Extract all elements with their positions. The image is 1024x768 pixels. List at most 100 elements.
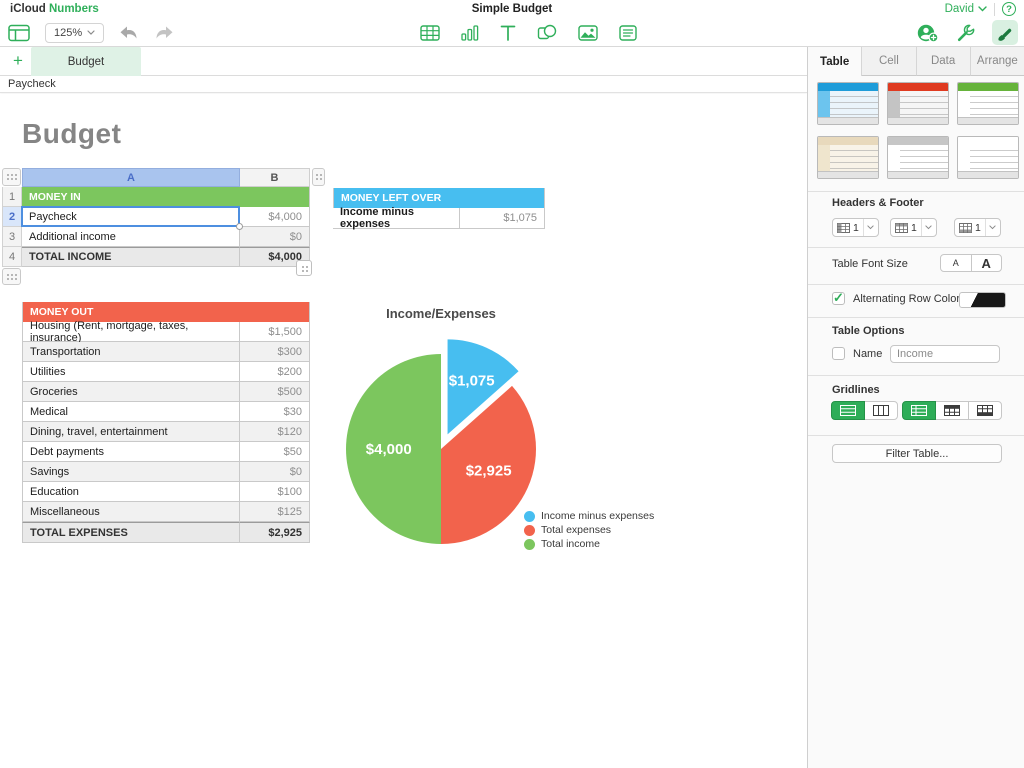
expense-label-cell[interactable]: Housing (Rent, mortgage, taxes, insuranc… [22,322,240,342]
expense-label-cell[interactable]: Education [22,482,240,502]
toolbar: 125% [0,18,1024,47]
income-value-cell[interactable]: $4,000 [240,207,310,227]
expense-label-cell[interactable]: Utilities [22,362,240,382]
insert-text-button[interactable] [500,25,516,41]
table-resize-handle[interactable] [296,260,312,276]
table-style-swatch[interactable] [957,136,1019,179]
chart-title[interactable]: Income/Expenses [331,306,551,321]
expense-value-cell[interactable]: $30 [240,402,310,422]
alternating-row-color-checkbox[interactable] [832,292,845,305]
zoom-control[interactable]: 125% [45,23,104,43]
row-number-4[interactable]: 4 [2,247,22,267]
legend-item[interactable]: Total income [524,538,654,550]
expense-label-cell[interactable]: Debt payments [22,442,240,462]
leftover-value-cell[interactable]: $1,075 [460,208,545,229]
expense-label-cell[interactable]: Savings [22,462,240,482]
money-left-over-header-cell[interactable]: MONEY LEFT OVER [333,188,545,208]
header-columns-stepper[interactable]: 1 [832,218,879,237]
expense-value-cell[interactable]: $50 [240,442,310,462]
footer-gridlines-button[interactable] [968,401,1002,420]
horizontal-gridlines-button[interactable] [831,401,865,420]
expense-label-cell[interactable]: Miscellaneous [22,502,240,522]
table-name-input[interactable] [890,345,1000,363]
expense-label-cell[interactable]: Dining, travel, entertainment [22,422,240,442]
redo-button[interactable] [154,25,174,41]
table-move-handle[interactable] [2,168,21,186]
inspector-tab[interactable]: Arrange [971,47,1024,76]
footer-rows-stepper[interactable]: 1 [954,218,1001,237]
undo-button[interactable] [119,25,139,41]
inspector-tab[interactable]: Table [808,47,862,76]
add-sheet-button[interactable]: + [9,52,27,70]
insert-chart-button[interactable] [461,25,479,41]
table-column-handle[interactable] [312,168,325,186]
sheet-title[interactable]: Budget [22,118,121,150]
expense-value-cell[interactable]: $100 [240,482,310,502]
expense-value-cell[interactable]: $200 [240,362,310,382]
table-style-swatch[interactable] [957,82,1019,125]
sheet-tab-budget[interactable]: Budget [31,47,141,76]
table-name-checkbox[interactable] [832,347,845,360]
collaborate-button[interactable] [916,23,940,43]
table-icon [420,25,440,41]
money-out-table[interactable]: MONEY OUT Housing (Rent, mortgage, taxes… [22,302,310,543]
leftover-label-cell[interactable]: Income minus expenses [333,208,460,229]
expense-value-cell[interactable]: $125 [240,502,310,522]
expense-value-cell[interactable]: $500 [240,382,310,402]
row-number-2[interactable]: 2 [2,207,22,227]
column-header-b[interactable]: B [240,168,310,187]
view-panel-button[interactable] [8,24,30,42]
table-row-handle[interactable] [2,268,21,285]
vertical-gridlines-button[interactable] [864,401,898,420]
insert-table-button[interactable] [420,25,440,41]
row-number-3[interactable]: 3 [2,227,22,247]
sheet-canvas[interactable]: Budget A B 1 2 3 4 MONEY IN [0,94,807,768]
format-button[interactable] [992,20,1018,45]
section-divider [808,284,1024,285]
insert-comment-button[interactable] [619,25,637,41]
total-income-label-cell[interactable]: TOTAL INCOME [22,247,240,267]
help-button[interactable]: ? [1002,2,1016,16]
header-column-gridlines-button[interactable] [935,401,969,420]
income-label-cell[interactable]: Additional income [22,227,240,247]
pie-chart[interactable]: $1,075$2,925$4,000 [331,334,551,554]
table-style-swatch[interactable] [817,136,879,179]
expense-value-cell[interactable]: $120 [240,422,310,442]
legend-item[interactable]: Total expenses [524,524,654,536]
income-value-cell[interactable]: $0 [240,227,310,247]
expense-label-cell[interactable]: Groceries [22,382,240,402]
decrease-font-button[interactable]: A [941,255,971,271]
money-in-table[interactable]: A B 1 2 3 4 MONEY IN Paycheck [2,168,310,267]
income-label-cell[interactable]: Paycheck [22,207,240,227]
header-gridlines-button[interactable] [902,401,936,420]
expense-label-cell[interactable]: Transportation [22,342,240,362]
tools-button[interactable] [956,23,976,43]
money-in-header-cell[interactable]: MONEY IN [22,187,310,207]
inspector-tab[interactable]: Cell [862,47,916,76]
row-number-1[interactable]: 1 [2,187,22,207]
filter-table-button[interactable]: Filter Table... [832,444,1002,463]
expense-value-cell[interactable]: $300 [240,342,310,362]
table-style-swatch[interactable] [817,82,879,125]
expense-label-cell[interactable]: Medical [22,402,240,422]
formula-bar[interactable]: Paycheck [0,76,807,93]
column-header-a[interactable]: A [22,168,240,187]
total-expenses-value-cell[interactable]: $2,925 [240,522,310,543]
income-expenses-pie-svg[interactable]: $1,075$2,925$4,000 [331,334,551,554]
user-menu[interactable]: David [945,3,987,15]
increase-font-button[interactable]: A [971,255,1002,271]
style-footer-band [958,117,1018,124]
money-left-over-table[interactable]: MONEY LEFT OVER Income minus expenses $1… [333,188,545,229]
total-expenses-label-cell[interactable]: TOTAL EXPENSES [22,522,240,543]
row-color-well[interactable] [959,292,1006,308]
insert-shape-button[interactable] [537,24,557,41]
selection-handle[interactable] [236,223,243,230]
header-rows-stepper[interactable]: 1 [890,218,937,237]
insert-media-button[interactable] [578,25,598,41]
expense-value-cell[interactable]: $1,500 [240,322,310,342]
expense-value-cell[interactable]: $0 [240,462,310,482]
table-style-swatch[interactable] [887,136,949,179]
inspector-tab[interactable]: Data [917,47,971,76]
legend-item[interactable]: Income minus expenses [524,510,654,522]
table-style-swatch[interactable] [887,82,949,125]
